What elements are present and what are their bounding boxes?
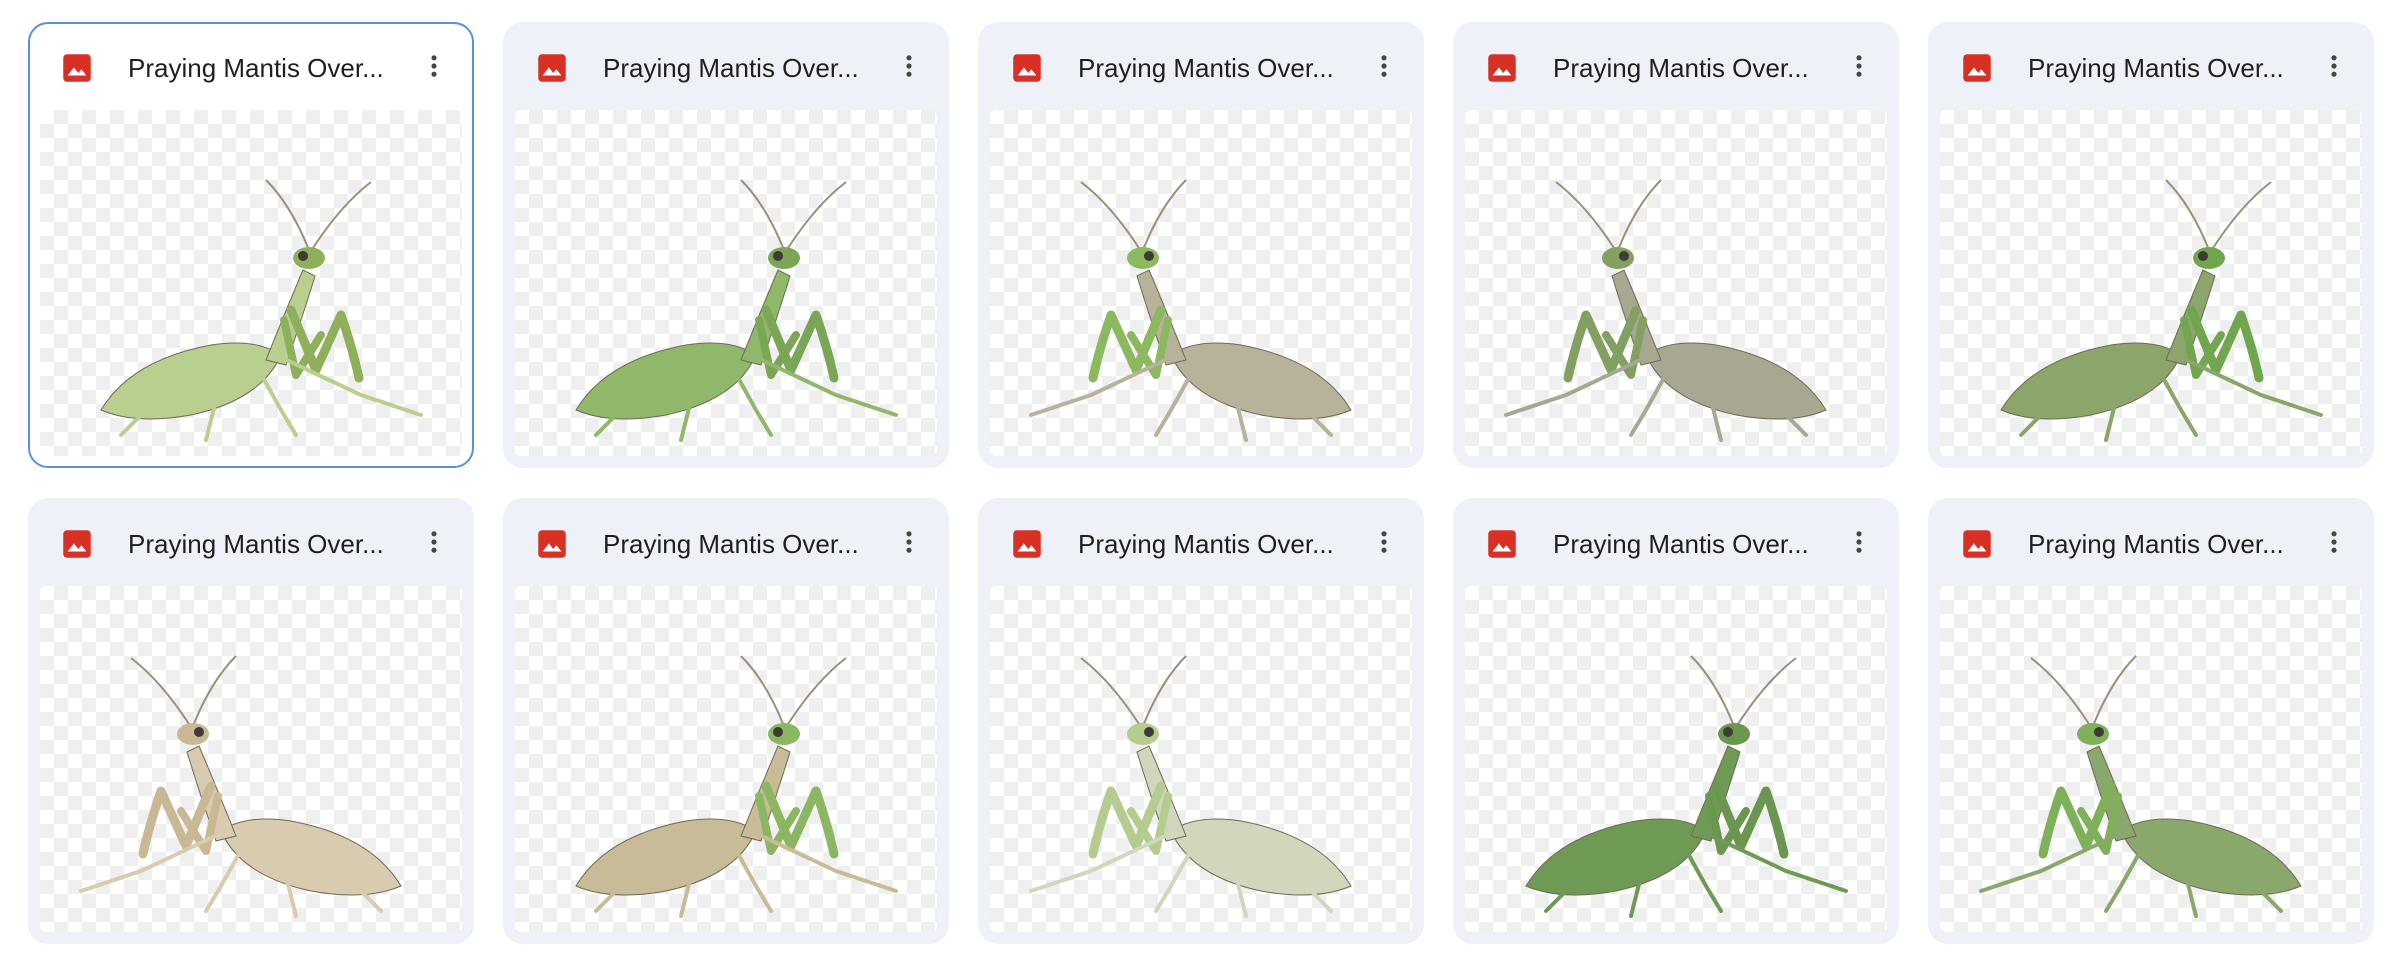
praying-mantis-image	[575, 179, 898, 442]
file-thumbnail	[1940, 110, 2362, 456]
image-icon	[1962, 53, 1992, 83]
file-title: Praying Mantis Over...	[603, 529, 859, 559]
file-title: Praying Mantis Over...	[2028, 53, 2284, 83]
more-vert-icon[interactable]	[412, 44, 456, 88]
file-thumbnail	[1940, 586, 2362, 932]
file-card-9[interactable]: Praying Mantis Over...	[1453, 498, 1899, 944]
more-vert-icon[interactable]	[1837, 520, 1881, 564]
file-title: Praying Mantis Over...	[128, 529, 384, 559]
praying-mantis-image	[2000, 179, 2323, 442]
file-card-header: Praying Mantis Over...	[28, 498, 474, 586]
file-title: Praying Mantis Over...	[1078, 53, 1334, 83]
praying-mantis-image	[1029, 655, 1352, 918]
praying-mantis-image	[1029, 179, 1352, 442]
file-title: Praying Mantis Over...	[603, 53, 859, 83]
file-thumbnail	[1465, 110, 1887, 456]
more-vert-icon[interactable]	[1362, 44, 1406, 88]
praying-mantis-image	[1979, 655, 2302, 918]
image-icon	[537, 53, 567, 83]
file-title: Praying Mantis Over...	[128, 53, 384, 83]
image-icon	[1012, 53, 1042, 83]
file-thumbnail	[40, 110, 462, 456]
praying-mantis-image	[100, 179, 423, 442]
file-title: Praying Mantis Over...	[1553, 53, 1809, 83]
more-vert-icon[interactable]	[1362, 520, 1406, 564]
file-card-header: Praying Mantis Over...	[978, 22, 1424, 110]
file-card-header: Praying Mantis Over...	[1928, 22, 2374, 110]
file-card-header: Praying Mantis Over...	[503, 498, 949, 586]
file-card-7[interactable]: Praying Mantis Over...	[503, 498, 949, 944]
file-card-header: Praying Mantis Over...	[30, 24, 472, 112]
file-title: Praying Mantis Over...	[2028, 529, 2284, 559]
image-icon	[62, 53, 92, 83]
file-thumbnail	[515, 586, 937, 932]
image-icon	[537, 529, 567, 559]
image-icon	[1487, 529, 1517, 559]
file-card-header: Praying Mantis Over...	[503, 22, 949, 110]
file-card-10[interactable]: Praying Mantis Over...	[1928, 498, 2374, 944]
file-card-2[interactable]: Praying Mantis Over...	[503, 22, 949, 468]
file-card-8[interactable]: Praying Mantis Over...	[978, 498, 1424, 944]
file-card-6[interactable]: Praying Mantis Over...	[28, 498, 474, 944]
file-thumbnail	[990, 586, 1412, 932]
file-thumbnail	[990, 110, 1412, 456]
more-vert-icon[interactable]	[2312, 520, 2356, 564]
file-thumbnail	[1465, 586, 1887, 932]
file-card-header: Praying Mantis Over...	[1453, 498, 1899, 586]
file-card-header: Praying Mantis Over...	[978, 498, 1424, 586]
praying-mantis-image	[79, 655, 402, 918]
file-grid: Praying Mantis Over... Praying Mantis Ov…	[28, 22, 2374, 944]
file-title: Praying Mantis Over...	[1078, 529, 1334, 559]
image-icon	[1487, 53, 1517, 83]
more-vert-icon[interactable]	[412, 520, 456, 564]
more-vert-icon[interactable]	[887, 44, 931, 88]
file-card-4[interactable]: Praying Mantis Over...	[1453, 22, 1899, 468]
image-icon	[62, 529, 92, 559]
image-icon	[1962, 529, 1992, 559]
more-vert-icon[interactable]	[1837, 44, 1881, 88]
file-card-header: Praying Mantis Over...	[1453, 22, 1899, 110]
file-thumbnail	[515, 110, 937, 456]
image-icon	[1012, 529, 1042, 559]
file-card-1[interactable]: Praying Mantis Over...	[28, 22, 474, 468]
more-vert-icon[interactable]	[887, 520, 931, 564]
file-card-3[interactable]: Praying Mantis Over...	[978, 22, 1424, 468]
praying-mantis-image	[575, 655, 898, 918]
file-card-header: Praying Mantis Over...	[1928, 498, 2374, 586]
more-vert-icon[interactable]	[2312, 44, 2356, 88]
praying-mantis-image	[1504, 179, 1827, 442]
praying-mantis-image	[1525, 655, 1848, 918]
file-title: Praying Mantis Over...	[1553, 529, 1809, 559]
file-card-5[interactable]: Praying Mantis Over...	[1928, 22, 2374, 468]
file-thumbnail	[40, 586, 462, 932]
